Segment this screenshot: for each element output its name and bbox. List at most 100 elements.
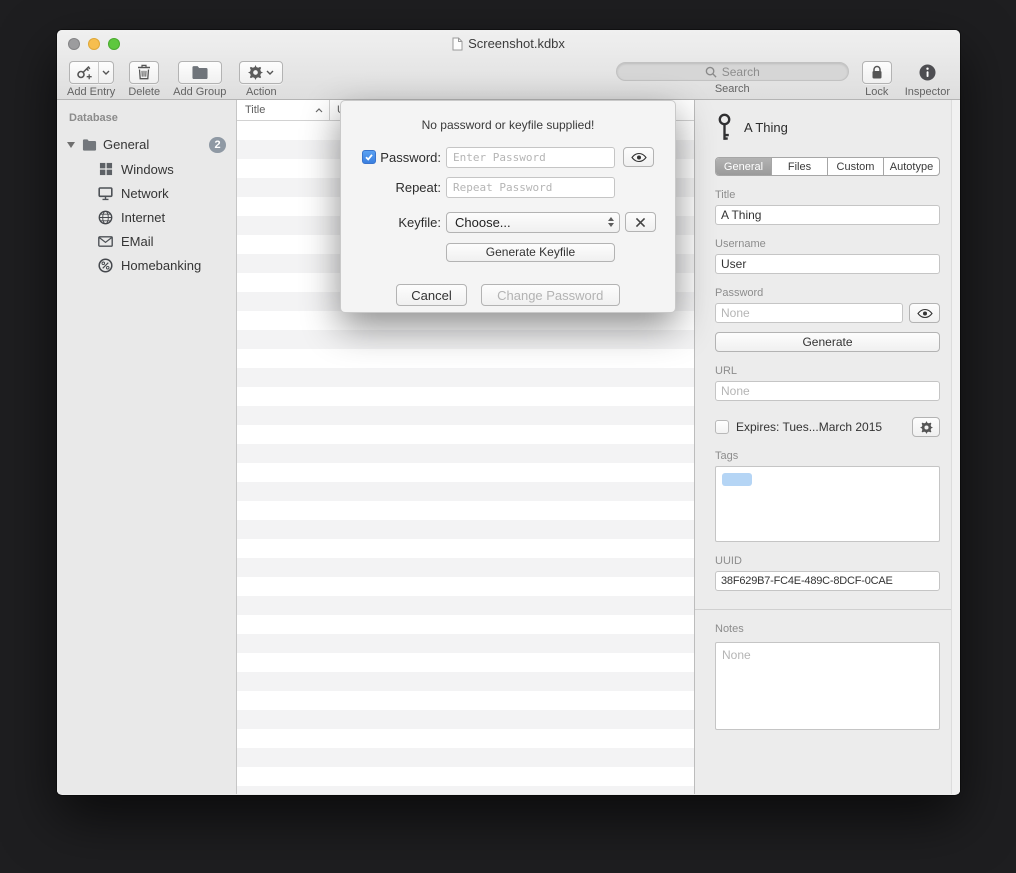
generate-keyfile-button[interactable]: Generate Keyfile — [446, 243, 615, 262]
email-icon — [98, 234, 113, 249]
sidebar: Database General 2 Windows — [57, 100, 237, 794]
keyfile-popup[interactable]: Choose... — [446, 212, 620, 233]
folder-add-icon — [191, 65, 209, 79]
tab-autotype[interactable]: Autotype — [884, 158, 939, 175]
windows-icon — [98, 162, 113, 177]
add-entry-dropdown-button[interactable] — [99, 61, 114, 84]
expires-row: Expires: Tues...March 2015 — [715, 417, 940, 437]
url-label: URL — [715, 365, 940, 377]
inspector-button[interactable] — [912, 61, 942, 84]
add-group-button[interactable] — [178, 61, 222, 84]
dialog-message: No password or keyfile supplied! — [341, 118, 675, 132]
delete-button[interactable] — [129, 61, 159, 84]
inspector-scrollbar[interactable] — [951, 100, 960, 794]
password-label: Password — [715, 287, 940, 299]
tool-inspector: Inspector — [905, 60, 950, 98]
tab-general[interactable]: General — [716, 158, 772, 175]
gear-icon — [248, 65, 263, 80]
sidebar-item-label: Internet — [121, 210, 165, 225]
lock-button[interactable] — [862, 61, 892, 84]
generate-password-button[interactable]: Generate — [715, 332, 940, 352]
username-field[interactable] — [715, 254, 940, 274]
tool-add-entry: Add Entry — [67, 60, 115, 98]
sidebar-item-homebanking[interactable]: Homebanking — [57, 253, 236, 277]
app-window: Screenshot.kdbx — [57, 30, 960, 795]
change-password-dialog: No password or keyfile supplied! Passwor… — [340, 100, 676, 313]
window-chrome: Screenshot.kdbx — [57, 30, 960, 100]
disclosure-triangle-icon[interactable] — [67, 142, 75, 148]
title-area: Screenshot.kdbx — [57, 30, 960, 57]
group-label: General — [103, 137, 149, 152]
toolbar: Add Entry Delete — [57, 57, 960, 99]
column-title-label: Title — [245, 104, 265, 116]
change-password-button[interactable]: Change Password — [481, 284, 620, 306]
close-x-icon — [635, 217, 646, 228]
action-button[interactable] — [239, 61, 283, 84]
chevron-down-icon — [266, 70, 274, 75]
expires-settings-button[interactable] — [912, 417, 940, 437]
clear-keyfile-button[interactable] — [625, 212, 656, 232]
password-field[interactable] — [715, 303, 903, 323]
sidebar-item-windows[interactable]: Windows — [57, 157, 236, 181]
username-label: Username — [715, 238, 940, 250]
password-checkbox[interactable] — [362, 150, 376, 164]
url-field[interactable] — [715, 381, 940, 401]
sidebar-item-label: Homebanking — [121, 258, 201, 273]
tab-label: Custom — [837, 161, 875, 173]
tab-label: Autotype — [890, 161, 933, 173]
tab-label: Files — [788, 161, 811, 173]
expires-checkbox[interactable] — [715, 420, 729, 434]
document-icon — [452, 37, 463, 51]
inspector-panel: A Thing General Files Custom Autotype Ti… — [695, 100, 960, 794]
sidebar-group-general[interactable]: General 2 — [57, 132, 236, 157]
internet-icon — [98, 210, 113, 225]
uuid-field[interactable] — [715, 571, 940, 591]
info-icon — [919, 64, 936, 81]
inspector-header: A Thing — [717, 112, 940, 142]
desktop-background: Screenshot.kdbx — [0, 0, 1016, 873]
sidebar-item-network[interactable]: Network — [57, 181, 236, 205]
action-label: Action — [246, 86, 277, 98]
sidebar-section-header: Database — [69, 112, 236, 124]
keyfile-popup-value: Choose... — [455, 215, 608, 230]
tool-search: Search Search — [616, 60, 849, 95]
notes-label: Notes — [715, 623, 940, 635]
search-input[interactable]: Search — [616, 62, 849, 81]
network-icon — [98, 186, 113, 201]
sidebar-item-label: Network — [121, 186, 169, 201]
add-entry-button[interactable] — [69, 61, 99, 84]
popup-stepper-icon — [608, 217, 615, 227]
sidebar-item-internet[interactable]: Internet — [57, 205, 236, 229]
dialog-password-input[interactable] — [446, 147, 615, 168]
dialog-repeat-input[interactable] — [446, 177, 615, 198]
gear-icon — [920, 421, 933, 434]
tool-delete: Delete — [128, 60, 160, 98]
eye-icon — [917, 308, 933, 319]
title-field[interactable] — [715, 205, 940, 225]
trash-icon — [137, 64, 151, 80]
reveal-password-button[interactable] — [909, 303, 940, 323]
tag-pill[interactable] — [722, 473, 752, 486]
add-entry-label: Add Entry — [67, 86, 115, 98]
tool-lock: Lock — [862, 60, 892, 98]
lock-label: Lock — [865, 86, 888, 98]
notes-field[interactable] — [715, 642, 940, 730]
tab-custom[interactable]: Custom — [828, 158, 884, 175]
expires-label: Expires: Tues...March 2015 — [736, 420, 905, 434]
tab-files[interactable]: Files — [772, 158, 828, 175]
delete-label: Delete — [128, 86, 160, 98]
sidebar-item-label: EMail — [121, 234, 154, 249]
window-title: Screenshot.kdbx — [468, 36, 565, 51]
titlebar[interactable]: Screenshot.kdbx — [57, 30, 960, 57]
sidebar-item-email[interactable]: EMail — [57, 229, 236, 253]
search-label: Search — [715, 83, 750, 95]
dialog-reveal-password-button[interactable] — [623, 147, 654, 167]
cancel-button[interactable]: Cancel — [396, 284, 466, 306]
inspector-label: Inspector — [905, 86, 950, 98]
tab-label: General — [724, 161, 763, 173]
chevron-down-icon — [102, 70, 110, 75]
homebanking-icon — [98, 258, 113, 273]
key-plus-icon — [76, 64, 92, 80]
tags-box[interactable] — [715, 466, 940, 542]
column-header-title[interactable]: Title — [237, 100, 330, 120]
